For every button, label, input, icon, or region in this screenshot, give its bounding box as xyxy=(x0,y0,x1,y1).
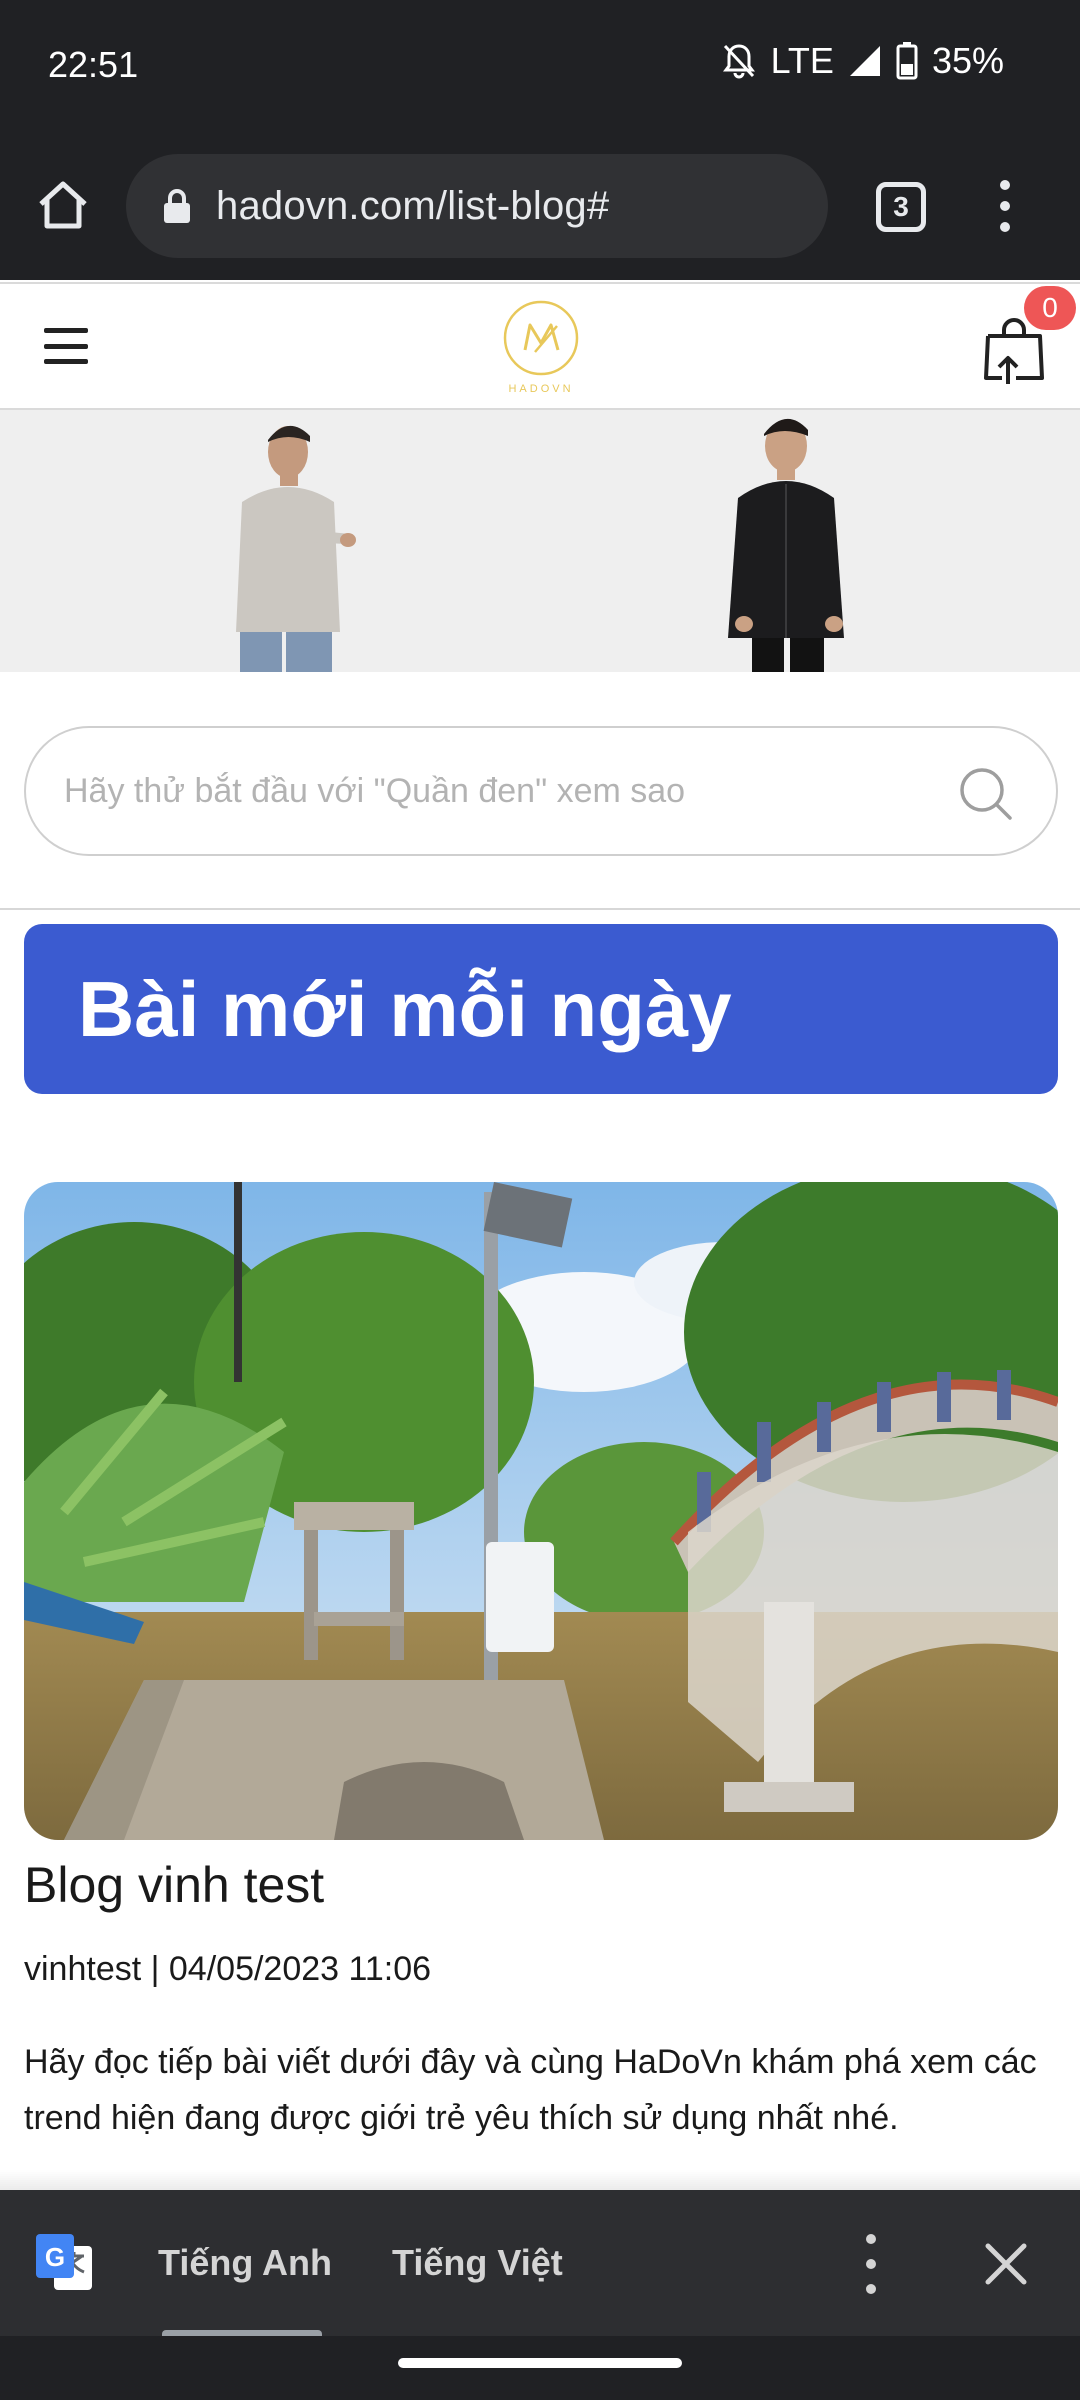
close-icon[interactable] xyxy=(984,2242,1028,2286)
blog-post-image[interactable] xyxy=(24,1182,1058,1840)
model-black-hoodie xyxy=(728,418,844,672)
more-vert-icon[interactable] xyxy=(990,176,1020,236)
system-navigation-bar xyxy=(0,2336,1080,2400)
section-header: Bài mới mỗi ngày xyxy=(24,924,1058,1094)
bridge-river-photo xyxy=(24,1182,1058,1840)
signal-icon xyxy=(849,46,880,76)
brand-name: HADOVN xyxy=(508,383,573,395)
translate-bar: G Tiếng Anh Tiếng Việt xyxy=(0,2190,1080,2338)
blog-post-title[interactable]: Blog vinh test xyxy=(24,1856,324,1914)
cart-count-badge: 0 xyxy=(1024,286,1076,330)
site-header: HADOVN xyxy=(0,282,1080,410)
google-translate-icon[interactable]: G xyxy=(34,2232,94,2294)
lock-icon xyxy=(164,189,190,223)
network-type: LTE xyxy=(770,40,834,81)
divider xyxy=(0,908,1080,910)
home-icon[interactable] xyxy=(36,178,90,232)
url-text: hadovn.com/list-blog# xyxy=(216,183,610,228)
banner-image xyxy=(236,418,844,672)
promo-banner[interactable] xyxy=(0,410,1080,672)
status-time: 22:51 xyxy=(48,44,139,85)
search-icon[interactable] xyxy=(956,764,1014,822)
translate-more-icon[interactable] xyxy=(864,2234,878,2294)
tab-language-vietnamese[interactable]: Tiếng Việt xyxy=(392,2190,563,2336)
brand-logo[interactable]: HADOVN xyxy=(500,298,582,396)
bell-off-icon xyxy=(722,44,755,79)
battery-icon xyxy=(896,42,918,80)
blog-post-excerpt: Hãy đọc tiếp bài viết dưới đây và cùng H… xyxy=(24,2043,1037,2137)
status-bar: 22:51 LTE 35% xyxy=(0,0,1080,130)
blog-post-meta: vinhtest | 04/05/2023 11:06 xyxy=(24,1950,432,1988)
address-bar[interactable]: hadovn.com/list-blog# xyxy=(126,154,828,258)
search-box[interactable] xyxy=(24,726,1058,856)
hamburger-menu-icon[interactable] xyxy=(44,328,88,364)
section-title: Bài mới mỗi ngày xyxy=(78,965,732,1053)
search-input[interactable] xyxy=(64,728,944,854)
translate-bar-shadow xyxy=(0,2170,1080,2190)
model-grey-hoodie xyxy=(236,425,356,672)
status-icons: LTE 35% xyxy=(721,40,1004,82)
battery-percent: 35% xyxy=(931,40,1004,81)
tab-language-english[interactable]: Tiếng Anh xyxy=(158,2190,332,2336)
svg-text:G: G xyxy=(45,2242,65,2272)
gesture-handle[interactable] xyxy=(398,2358,682,2368)
browser-toolbar: hadovn.com/list-blog# 3 xyxy=(0,130,1080,280)
tab-switcher-button[interactable]: 3 xyxy=(876,182,926,232)
